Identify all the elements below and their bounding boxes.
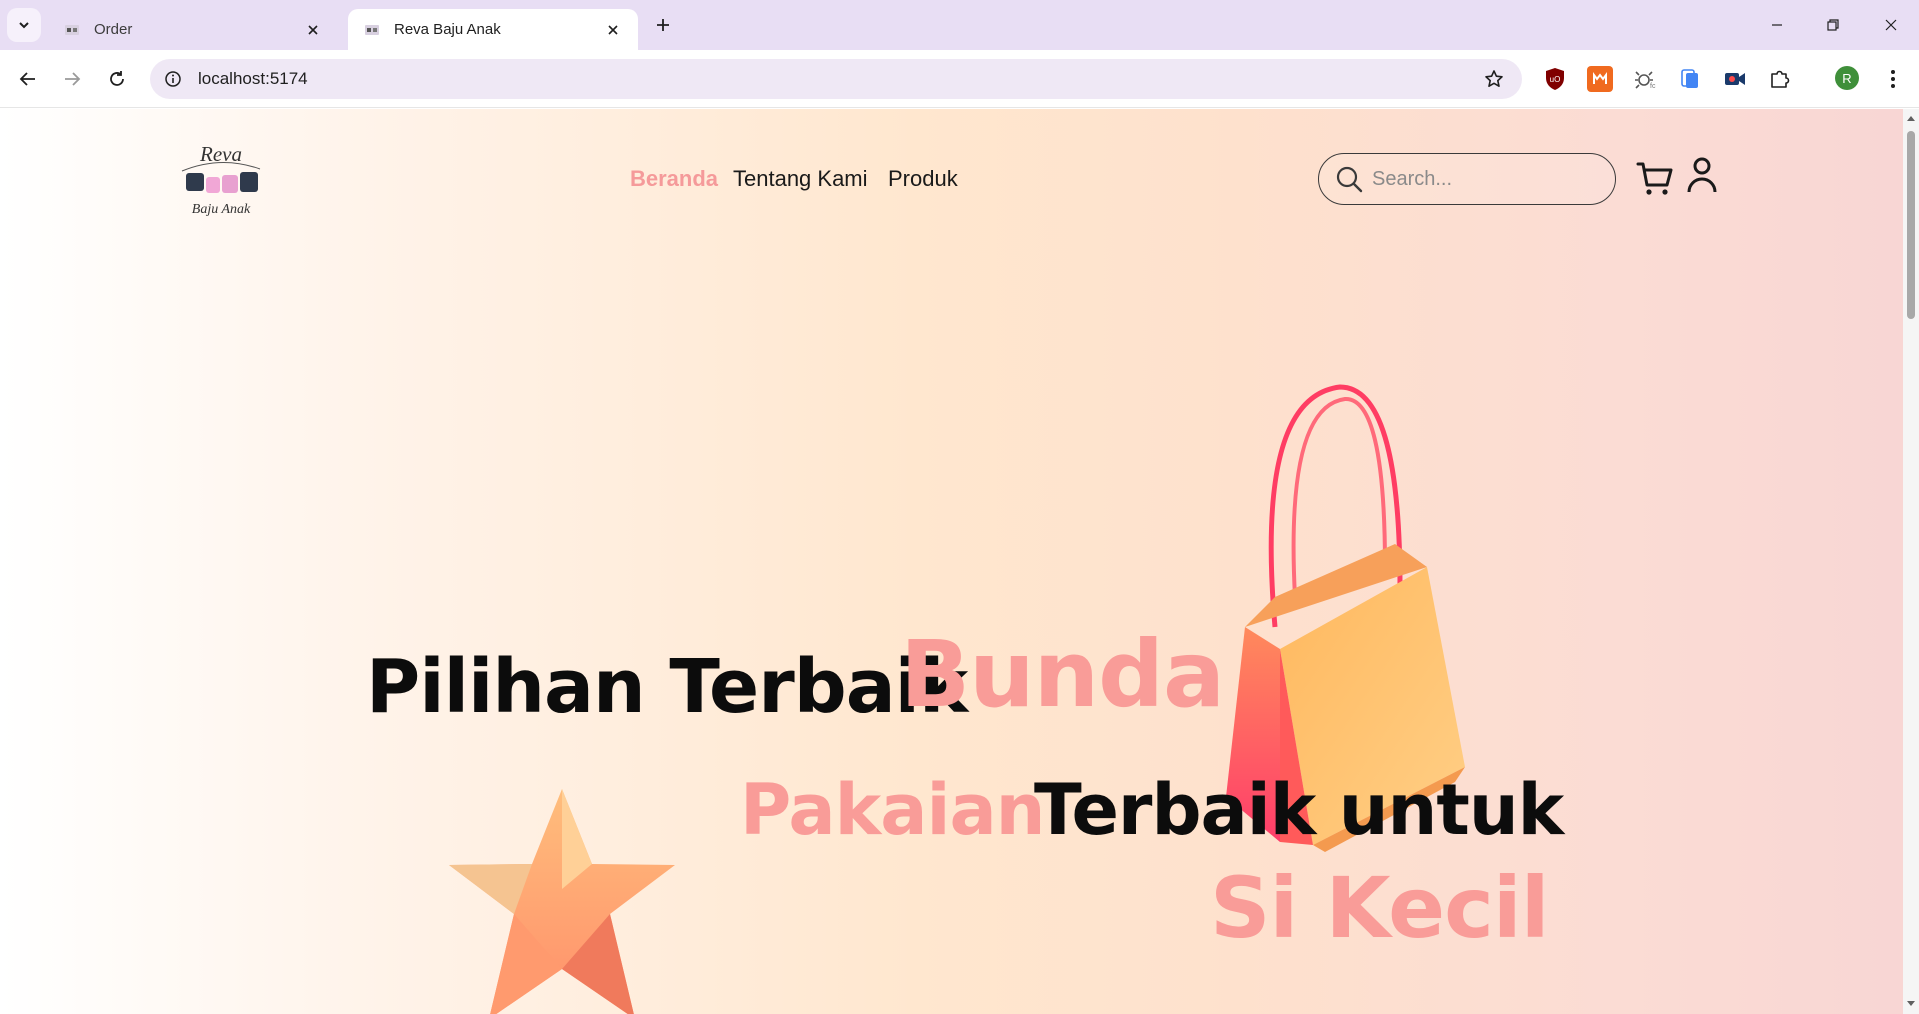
tab-strip: Order Reva Baju Anak <box>0 0 1919 50</box>
nav-tentang-kami[interactable]: Tentang Kami <box>733 166 868 192</box>
svg-text:fc: fc <box>1650 83 1656 90</box>
tab-title: Reva Baju Anak <box>394 21 501 38</box>
reload-icon <box>110 71 124 86</box>
search-icon <box>1334 164 1364 194</box>
hero-line1-highlight: Bunda <box>900 621 1225 728</box>
svg-text:Baju Anak: Baju Anak <box>192 202 251 217</box>
url-text[interactable]: localhost:5174 <box>198 69 1480 89</box>
metamask-icon[interactable] <box>1587 66 1613 92</box>
ublock-icon[interactable]: uO <box>1542 66 1568 92</box>
plus-icon <box>657 19 669 31</box>
hero-line3-highlight: Si Kecil <box>1210 859 1549 957</box>
profile-avatar[interactable]: R <box>1835 66 1859 90</box>
address-bar[interactable]: localhost:5174 <box>150 59 1522 99</box>
scroll-thumb[interactable] <box>1907 131 1915 319</box>
favicon-icon <box>364 22 380 38</box>
site-search[interactable] <box>1318 153 1616 205</box>
page-viewport: Reva Baju Anak Beranda Tentang Kami Prod… <box>0 109 1903 1014</box>
close-icon <box>1885 19 1897 31</box>
puzzle-icon[interactable] <box>1767 66 1793 92</box>
docs-icon[interactable] <box>1677 66 1703 92</box>
restore-icon <box>1827 19 1839 31</box>
forward-arrow-icon <box>65 72 81 86</box>
tab-title: Order <box>94 21 133 38</box>
user-icon[interactable] <box>1686 156 1718 194</box>
tab-reva-baju-anak[interactable]: Reva Baju Anak <box>348 9 638 50</box>
video-icon[interactable] <box>1722 66 1748 92</box>
scroll-down-icon[interactable] <box>1906 999 1916 1009</box>
favicon-icon <box>64 22 80 38</box>
back-button[interactable] <box>12 63 44 95</box>
scroll-up-icon[interactable] <box>1906 113 1916 123</box>
cart-icon[interactable] <box>1636 159 1674 197</box>
minimize-button[interactable] <box>1762 10 1792 40</box>
more-menu-icon[interactable] <box>1880 66 1906 92</box>
page-scrollbar[interactable] <box>1903 109 1919 1014</box>
bug-icon[interactable]: fc <box>1632 66 1658 92</box>
svg-text:uO: uO <box>1550 75 1561 84</box>
minimize-icon <box>1772 24 1782 26</box>
close-icon[interactable] <box>302 19 324 41</box>
back-arrow-icon <box>19 72 35 86</box>
tab-search-button[interactable] <box>7 8 41 42</box>
reload-button[interactable] <box>101 63 133 95</box>
new-tab-button[interactable] <box>650 12 676 38</box>
hero-line2-part2: Terbaik untuk <box>1034 769 1564 851</box>
site-info-icon[interactable] <box>162 68 184 90</box>
browser-toolbar: localhost:5174 uO fc <box>0 50 1919 108</box>
restore-button[interactable] <box>1818 10 1848 40</box>
chevron-down-icon <box>19 22 29 29</box>
close-icon[interactable] <box>602 19 624 41</box>
bookmark-star-icon[interactable] <box>1480 65 1508 93</box>
close-window-button[interactable] <box>1876 10 1906 40</box>
star-illustration <box>449 789 675 1014</box>
hero-line1-part1: Pilihan Terbaik <box>366 644 968 730</box>
search-input[interactable] <box>1372 167 1592 191</box>
hero-line2-highlight: Pakaian <box>740 769 1046 851</box>
forward-button[interactable] <box>56 63 88 95</box>
site-logo[interactable]: Reva Baju Anak <box>176 143 266 217</box>
nav-produk[interactable]: Produk <box>888 166 958 192</box>
nav-beranda[interactable]: Beranda <box>630 166 718 192</box>
tab-order[interactable]: Order <box>48 9 338 50</box>
